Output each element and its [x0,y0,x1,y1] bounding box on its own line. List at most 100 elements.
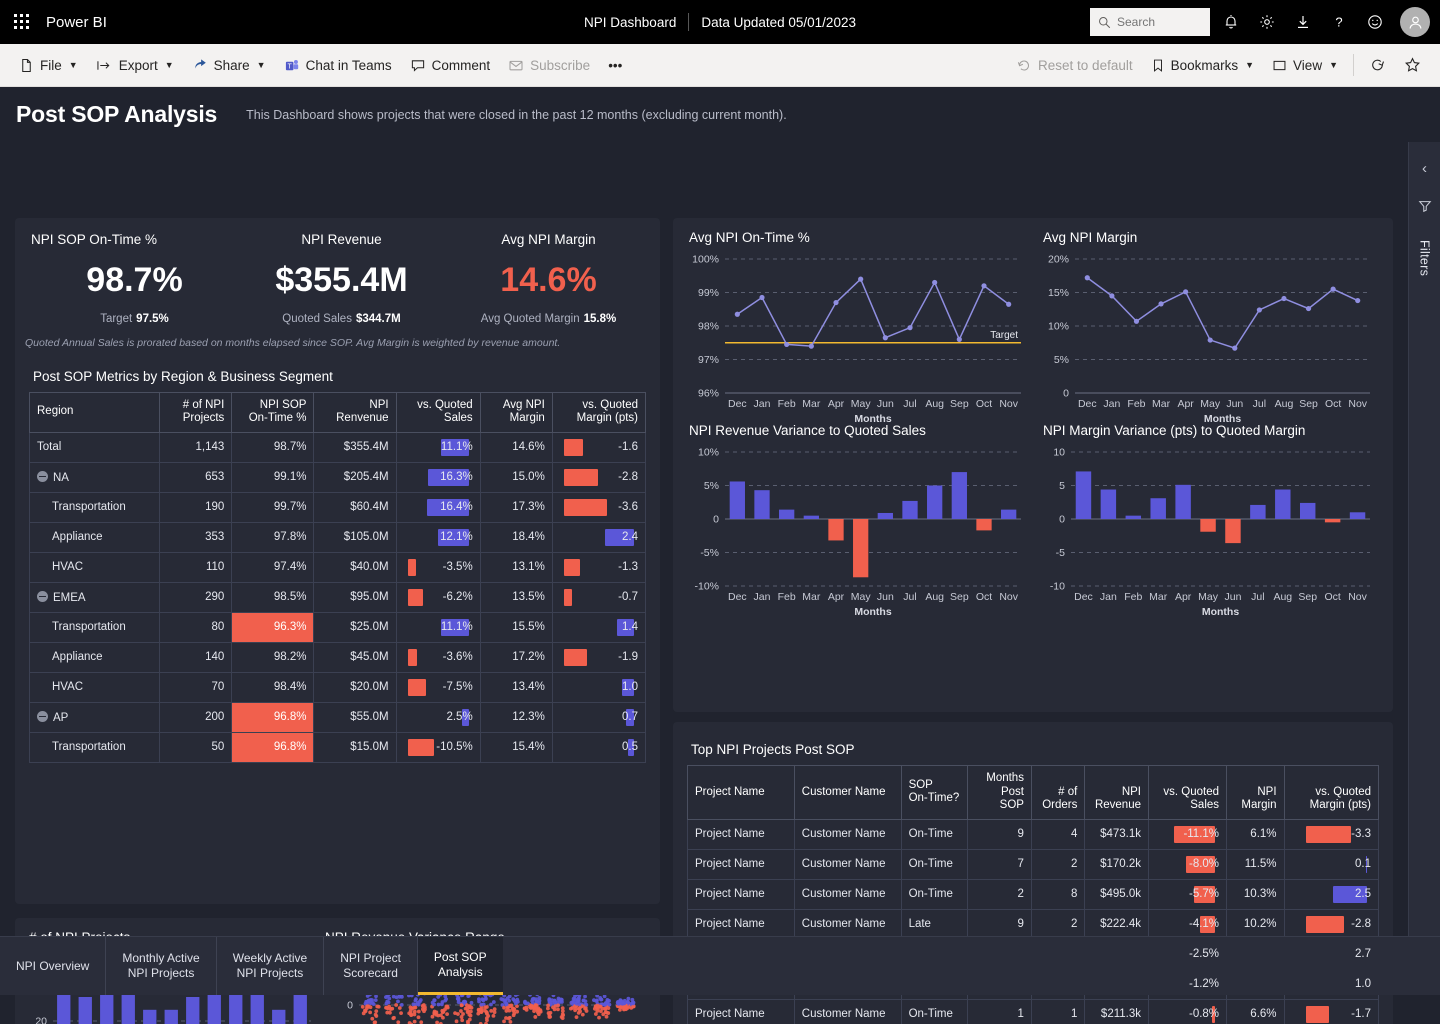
settings-icon[interactable] [1252,7,1282,37]
bar[interactable] [927,485,943,520]
chart-avg-npi-margin[interactable]: 0 5% 10% 15% 20% Dec Jan Feb Mar Apr May Jun Jul Aug S… [1043,245,1378,425]
table-row[interactable]: Appliance 353 97.8% $105.0M 12.1% 18.4% … [28,521,647,553]
bar[interactable] [78,997,92,1024]
bar[interactable] [853,519,869,578]
table-row[interactable]: AP 200 96.8% $55.0M 2.5% 12.3% 0.7 [28,701,647,733]
bar[interactable] [1250,504,1266,519]
table-row[interactable]: Project Name Customer Name On-Time 2 8 $… [687,878,1380,910]
bookmarks-button[interactable]: Bookmarks ▼ [1142,52,1263,79]
table-row[interactable]: Appliance 140 98.2% $45.0M -3.6% 17.2% -… [28,641,647,673]
table-row[interactable]: Total 1,143 98.7% $355.4M 11.1% 14.6% -1… [28,431,647,463]
bar[interactable] [186,997,200,1024]
feedback-icon[interactable] [1360,7,1390,37]
table-row[interactable]: Project Name Customer Name On-Time 9 4 $… [687,818,1380,850]
page-tab-1[interactable]: Monthly Active NPI Projects [106,937,217,995]
metrics-col-header[interactable]: NPI SOP On-Time % [231,391,315,433]
table-row[interactable]: NA 653 99.1% $205.4M 16.3% 15.0% -2.8 [28,461,647,493]
page-tab-2[interactable]: Weekly Active NPI Projects [217,937,325,995]
filter-icon[interactable] [1418,199,1432,218]
app-launcher-icon[interactable] [0,13,44,31]
report-name[interactable]: NPI Dashboard [584,15,676,30]
reset-to-default-button[interactable]: Reset to default [1007,52,1142,79]
bar[interactable] [164,1009,178,1024]
bar[interactable] [1175,484,1191,519]
projects-col-header[interactable]: Customer Name [793,765,902,820]
bar[interactable] [1225,519,1241,544]
projects-col-header[interactable]: vs. Quoted Sales [1147,765,1228,820]
help-icon[interactable]: ? [1324,7,1354,37]
metrics-col-header[interactable]: NPI Renvenue [313,391,397,433]
bar[interactable] [1150,498,1166,519]
table-row[interactable]: Transportation 190 99.7% $60.4M 16.4% 17… [28,491,647,523]
kpi-card-sop-on-time[interactable]: NPI SOP On-Time % 98.7% Target 97.5% [23,232,238,325]
projects-col-header[interactable]: NPI Margin [1226,765,1285,820]
search-input[interactable] [1117,15,1197,29]
page-tab-4[interactable]: Post SOP Analysis [417,937,503,995]
bar[interactable] [1125,515,1142,519]
table-row[interactable]: Transportation 80 96.3% $25.0M 11.1% 15.… [28,611,647,643]
page-tab-3[interactable]: NPI Project Scorecard [324,937,418,995]
page-tab-0[interactable]: NPI Overview [0,937,107,995]
projects-col-header[interactable]: SOP On-Time? [900,765,969,820]
view-button[interactable]: View ▼ [1263,52,1347,79]
bar[interactable] [803,515,819,519]
projects-col-header[interactable]: vs. Quoted Margin (pts) [1283,765,1380,820]
bar[interactable] [754,490,770,519]
ribbon-comment-button[interactable]: Comment [401,52,500,79]
ribbon-more-button[interactable]: ••• [599,52,631,79]
metrics-col-header[interactable]: vs. Quoted Margin (pts) [551,391,647,433]
table-row[interactable]: Project Name Customer Name On-Time 7 2 $… [687,848,1380,880]
table-row[interactable]: Transportation 50 96.8% $15.0M -10.5% 15… [28,731,647,763]
kpi-card-avg-npi-margin[interactable]: Avg NPI Margin 14.6% Avg Quoted Margin 15… [445,232,652,325]
bar[interactable] [1324,519,1341,523]
bar[interactable] [1275,489,1291,519]
table-row[interactable]: HVAC 110 97.4% $40.0M -3.5% 13.1% -1.3 [28,551,647,583]
download-icon[interactable] [1288,7,1318,37]
projects-col-header[interactable]: Project Name [687,765,795,820]
chart-npi-margin-variance[interactable]: -10 -5 0 5 10 Dec Jan Feb Mar Apr May Jun Jul Aug Sep O… [1043,438,1378,618]
notifications-icon[interactable] [1216,7,1246,37]
search-box[interactable] [1090,8,1210,36]
expand-collapse-icon[interactable] [37,590,48,602]
bar[interactable] [729,481,745,519]
favorite-button[interactable] [1395,51,1430,79]
projects-col-header[interactable]: Months Post SOP [967,765,1032,820]
bar[interactable] [779,509,795,519]
expand-collapse-icon[interactable] [37,470,48,482]
ribbon-subscribe-button[interactable]: Subscribe [499,52,599,79]
bar[interactable] [143,1009,157,1024]
bar[interactable] [1200,519,1216,532]
chart-avg-npi-ontime[interactable]: 96% 97% 98% 99% 100% Dec Jan Feb Mar Apr May Jun Jul… [689,245,1029,425]
metrics-col-header[interactable]: vs. Quoted Sales [395,391,481,433]
bar[interactable] [293,992,307,1024]
projects-col-header[interactable]: # of Orders [1030,765,1086,820]
metrics-col-header[interactable]: Avg NPI Margin [479,391,553,433]
bar[interactable] [902,500,918,519]
bar[interactable] [828,519,844,541]
ribbon-file-button[interactable]: File ▼ [10,52,87,79]
account-avatar[interactable] [1400,7,1430,37]
table-row[interactable]: Project Name Customer Name Late 9 2 $222… [687,908,1380,940]
bar[interactable] [976,519,992,531]
metrics-col-header[interactable]: Region [28,391,161,433]
powerbi-brand[interactable]: Power BI [46,14,107,31]
table-row[interactable]: Project Name Customer Name On-Time 1 1 $… [687,998,1380,1024]
refresh-button[interactable] [1360,51,1395,79]
bar[interactable] [1349,512,1366,519]
collapse-pane-icon[interactable]: ‹ [1422,160,1427,177]
kpi-card-npi-revenue[interactable]: NPI Revenue $355.4M Quoted Sales $344.7M [238,232,445,325]
bar[interactable] [272,1009,286,1024]
ribbon-chat-in-teams-button[interactable]: T Chat in Teams [275,52,401,79]
expand-collapse-icon[interactable] [37,710,48,722]
bar[interactable] [1001,509,1017,519]
table-row[interactable]: HVAC 70 98.4% $20.0M -7.5% 13.4% 1.0 [28,671,647,703]
ribbon-share-button[interactable]: Share ▼ [183,52,275,79]
ribbon-export-button[interactable]: Export ▼ [87,52,183,79]
bar[interactable] [1100,489,1117,519]
bar[interactable] [951,472,967,519]
filters-label[interactable]: Filters [1418,240,1432,276]
bar[interactable] [1075,471,1092,519]
projects-col-header[interactable]: NPI Revenue [1084,765,1149,820]
metrics-col-header[interactable]: # of NPI Projects [159,391,233,433]
chart-npi-revenue-variance[interactable]: -10% -5% 0 5% 10% Dec Jan Feb Mar Apr May Jun Jul Aug… [689,438,1029,618]
